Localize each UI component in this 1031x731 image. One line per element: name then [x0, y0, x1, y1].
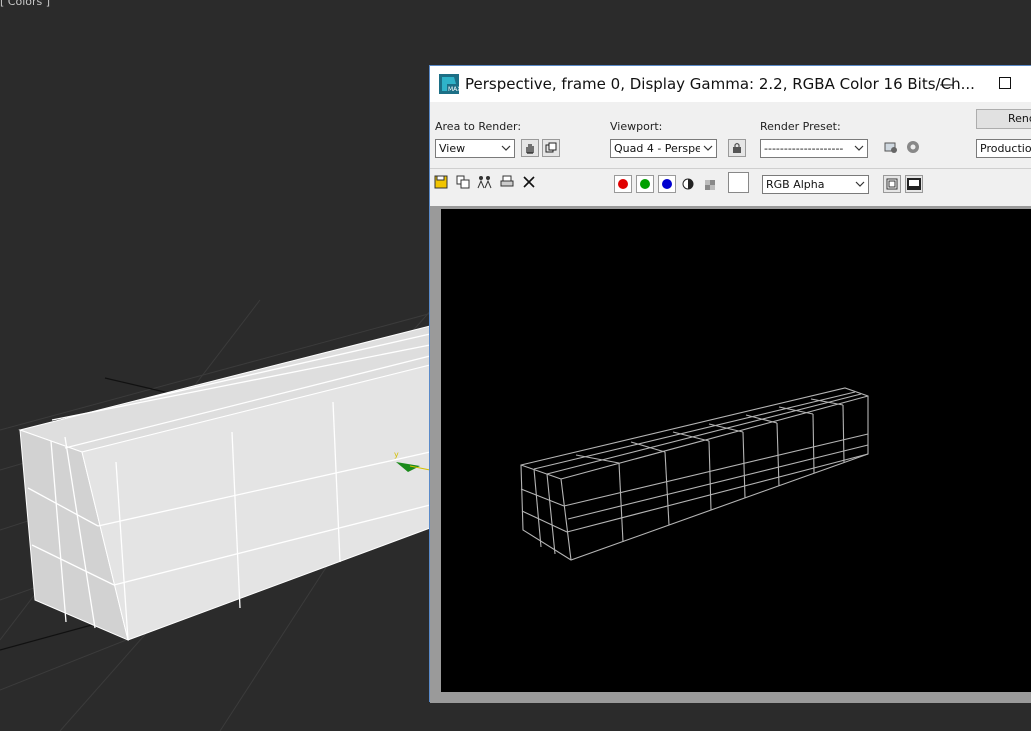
blue-channel-toggle[interactable] — [658, 175, 676, 193]
settings-button[interactable] — [905, 140, 921, 156]
display-button-a[interactable] — [883, 175, 901, 193]
blue-channel-icon — [662, 179, 672, 189]
render-button[interactable]: Render — [976, 109, 1031, 129]
copy-button[interactable] — [455, 175, 471, 191]
chevron-down-icon — [852, 176, 868, 193]
copy-icon — [456, 174, 470, 193]
green-channel-toggle[interactable] — [636, 175, 654, 193]
render-toolbar: Area to Render: Viewport: Render Preset:… — [430, 102, 1031, 206]
rendered-frame-window: MAX Perspective, frame 0, Display Gamma:… — [429, 65, 1031, 703]
production-dropdown[interactable]: Production — [976, 139, 1031, 158]
environment-button[interactable] — [883, 140, 899, 156]
render-preset-label: Render Preset: — [760, 120, 841, 133]
display-button-b[interactable] — [905, 175, 923, 193]
svg-text:MAX: MAX — [448, 86, 459, 93]
alpha-toggle[interactable] — [702, 176, 718, 192]
minimize-icon: — — [939, 75, 955, 93]
settings-gear-icon — [906, 139, 920, 158]
area-to-render-dropdown[interactable]: View — [435, 139, 515, 158]
production-value: Production — [980, 142, 1031, 155]
print-button[interactable] — [499, 175, 515, 191]
lock-icon — [731, 139, 743, 158]
svg-text:y: y — [394, 450, 399, 459]
region-button[interactable] — [542, 139, 560, 157]
render-preset-dropdown[interactable]: -------------------- — [760, 139, 868, 158]
app-logo-icon: MAX — [439, 74, 461, 94]
channel-value: RGB Alpha — [766, 178, 825, 191]
viewport-dropdown[interactable]: Quad 4 - Perspective — [610, 139, 717, 158]
chevron-down-icon — [498, 140, 514, 157]
render-frame-border — [430, 206, 1031, 703]
window-title: Perspective, frame 0, Display Gamma: 2.2… — [465, 75, 975, 93]
window-titlebar[interactable]: MAX Perspective, frame 0, Display Gamma:… — [430, 66, 1031, 102]
region-icon — [545, 139, 557, 158]
clone-button[interactable] — [477, 175, 493, 191]
chevron-down-icon — [851, 140, 867, 157]
chevron-down-icon — [700, 140, 716, 157]
render-output-canvas[interactable] — [441, 209, 1031, 692]
viewport-label: Viewport: — [610, 120, 663, 133]
area-to-render-label: Area to Render: — [435, 120, 522, 133]
minimize-button[interactable]: — — [924, 66, 970, 102]
pan-hand-icon — [524, 139, 536, 158]
red-channel-toggle[interactable] — [614, 175, 632, 193]
print-icon — [500, 174, 514, 193]
render-preset-value: -------------------- — [764, 142, 844, 155]
area-to-render-value: View — [439, 142, 466, 155]
viewport-shading-label[interactable]: [ Colors ] — [0, 0, 50, 8]
save-button[interactable] — [433, 175, 449, 191]
swatch-icon[interactable] — [728, 172, 749, 193]
lock-button[interactable] — [728, 139, 746, 157]
clear-icon — [522, 174, 536, 193]
display-icon-a — [886, 175, 898, 194]
save-icon — [434, 174, 448, 193]
toolbar-divider — [430, 168, 1031, 169]
red-channel-icon — [618, 179, 628, 189]
clear-button[interactable] — [521, 175, 537, 191]
clone-icon — [477, 174, 493, 193]
pan-hand-button[interactable] — [521, 139, 539, 157]
green-channel-icon — [640, 179, 650, 189]
monochrome-toggle[interactable] — [680, 176, 696, 192]
alpha-icon — [705, 175, 715, 194]
maximize-button[interactable] — [982, 66, 1028, 102]
maximize-icon — [999, 75, 1011, 93]
display-icon-b — [907, 175, 921, 194]
environment-icon — [884, 139, 898, 158]
monochrome-icon — [682, 175, 694, 194]
channel-dropdown[interactable]: RGB Alpha — [762, 175, 869, 194]
